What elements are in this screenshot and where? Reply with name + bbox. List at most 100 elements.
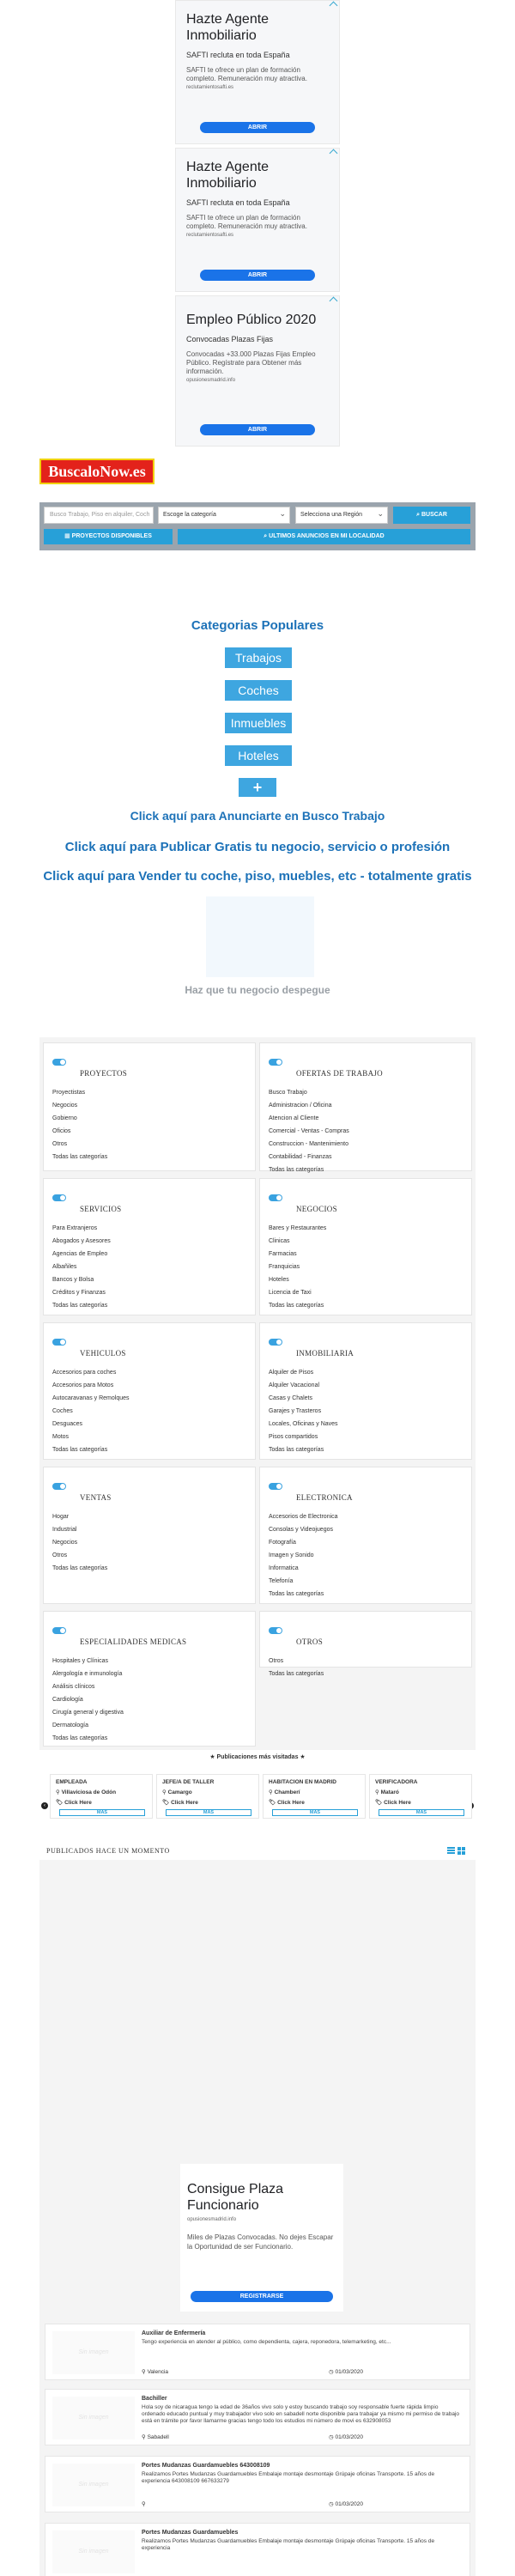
category-link[interactable]: Gobierno xyxy=(52,1112,107,1125)
category-link[interactable]: Todas las categorías xyxy=(269,1163,349,1176)
more-button[interactable]: MAS xyxy=(272,1809,358,1816)
category-link[interactable]: Telefonía xyxy=(269,1575,338,1588)
toggle-icon[interactable] xyxy=(52,1339,66,1346)
listing-card[interactable]: Sin imagen Bachiller Hola soy de nicarag… xyxy=(45,2389,470,2445)
category-link[interactable]: Contabilidad - Finanzas xyxy=(269,1151,349,1163)
toggle-icon[interactable] xyxy=(269,1194,282,1201)
category-link[interactable]: Abogados y Asesores xyxy=(52,1235,111,1248)
toggle-icon[interactable] xyxy=(52,1059,66,1066)
category-link[interactable]: Pisos compartidos xyxy=(269,1431,338,1443)
category-link[interactable]: Cirugía general y digestiva xyxy=(52,1706,124,1719)
category-link[interactable]: Créditos y Finanzas xyxy=(52,1286,111,1299)
card-link[interactable]: 🏷 Click Here xyxy=(56,1799,92,1806)
category-link[interactable]: Clinicas xyxy=(269,1235,326,1248)
list-view-icon[interactable] xyxy=(447,1847,455,1855)
listing-card[interactable]: Sin imagen Portes Mudanzas Guardamuebles… xyxy=(45,2523,470,2576)
category-link[interactable]: Todas las categorías xyxy=(52,1562,107,1575)
category-link[interactable]: Accesorios para Motos xyxy=(52,1379,130,1392)
toggle-icon[interactable] xyxy=(269,1627,282,1634)
category-link[interactable]: Todas las categorías xyxy=(269,1668,324,1680)
toggle-icon[interactable] xyxy=(269,1483,282,1490)
category-link[interactable]: Administracion / Oficina xyxy=(269,1099,349,1112)
category-link[interactable]: Alquiler Vacacional xyxy=(269,1379,338,1392)
ad-banner-2[interactable]: Hazte Agente Inmobiliario SAFTI recluta … xyxy=(175,148,340,292)
ad-open-button[interactable]: ABRIR xyxy=(200,424,315,435)
projects-button[interactable]: ▦ PROYECTOS DISPONIBLES xyxy=(44,529,173,544)
category-link[interactable]: Licencia de Taxi xyxy=(269,1286,326,1299)
category-link[interactable]: Cardiología xyxy=(52,1693,124,1706)
ad-open-button[interactable]: ABRIR xyxy=(200,122,315,133)
more-button[interactable]: MAS xyxy=(166,1809,251,1816)
card-link[interactable]: 🏷 Click Here xyxy=(162,1799,198,1806)
ad-choices-icon[interactable] xyxy=(329,296,338,306)
category-link[interactable]: Albañiles xyxy=(52,1261,111,1273)
category-link[interactable]: Hoteles xyxy=(269,1273,326,1286)
category-link[interactable]: Negocios xyxy=(52,1536,107,1549)
search-button[interactable]: ⌕ BUSCAR xyxy=(393,507,470,524)
category-link[interactable]: Industrial xyxy=(52,1523,107,1536)
category-link[interactable]: Franquicias xyxy=(269,1261,326,1273)
region-select[interactable]: Selecciona una Región xyxy=(295,506,388,524)
category-link[interactable]: Desguaces xyxy=(52,1418,130,1431)
category-link[interactable]: Fotografía xyxy=(269,1536,338,1549)
announce-link[interactable]: Click aquí para Anunciarte en Busco Trab… xyxy=(0,809,515,823)
category-link[interactable]: Casas y Chalets xyxy=(269,1392,338,1405)
category-link[interactable]: Atencion al Cliente xyxy=(269,1112,349,1125)
category-link[interactable]: Farmacias xyxy=(269,1248,326,1261)
category-link[interactable]: Comercial - Ventas - Compras xyxy=(269,1125,349,1138)
category-link[interactable]: Análisis clínicos xyxy=(52,1680,124,1693)
ad-choices-icon[interactable] xyxy=(329,1,338,10)
category-link[interactable]: Autocaravanas y Remolques xyxy=(52,1392,130,1405)
popular-inmuebles-button[interactable]: Inmuebles xyxy=(225,713,292,733)
category-link[interactable]: Negocios xyxy=(52,1099,107,1112)
listing-title[interactable]: Portes Mudanzas Guardamuebles xyxy=(142,2530,238,2536)
toggle-icon[interactable] xyxy=(52,1483,66,1490)
category-link[interactable]: Busco Trabajo xyxy=(269,1086,349,1099)
category-link[interactable]: Imagen y Sonido xyxy=(269,1549,338,1562)
category-link[interactable]: Todas las categorías xyxy=(269,1443,338,1456)
category-link[interactable]: Todas las categorías xyxy=(52,1151,107,1163)
publish-free-link[interactable]: Click aquí para Publicar Gratis tu negoc… xyxy=(0,840,515,854)
listing-card[interactable]: Sin imagen Portes Mudanzas Guardamuebles… xyxy=(45,2456,470,2512)
card-link[interactable]: 🏷 Click Here xyxy=(269,1799,305,1806)
category-link[interactable]: Otros xyxy=(52,1549,107,1562)
grid-view-icon[interactable] xyxy=(457,1847,465,1855)
ad-banner-1[interactable]: Hazte Agente Inmobiliario SAFTI recluta … xyxy=(175,0,340,144)
category-select[interactable]: Escoge la categoría xyxy=(158,506,290,524)
category-link[interactable]: Accesorios para coches xyxy=(52,1366,130,1379)
category-link[interactable]: Dermatología xyxy=(52,1719,124,1732)
listing-title[interactable]: Portes Mudanzas Guardamuebles 643008109 xyxy=(142,2463,270,2469)
popular-coches-button[interactable]: Coches xyxy=(225,680,292,701)
category-link[interactable]: Todas las categorías xyxy=(52,1443,130,1456)
more-categories-button[interactable]: + xyxy=(239,778,276,797)
search-input[interactable]: Busco Trabajo, Piso en alquiler, Coch xyxy=(44,507,154,524)
category-link[interactable]: Para Extranjeros xyxy=(52,1222,111,1235)
category-link[interactable]: Informatica xyxy=(269,1562,338,1575)
card-link[interactable]: 🏷 Click Here xyxy=(375,1799,411,1806)
category-link[interactable]: Todas las categorías xyxy=(269,1588,338,1601)
category-link[interactable]: Construccion - Mantenimiento xyxy=(269,1138,349,1151)
most-visited-card[interactable]: VERIFICADORA ⚲ Mataró 🏷 Click Here MAS xyxy=(369,1774,472,1819)
category-link[interactable]: Locales, Oficinas y Naves xyxy=(269,1418,338,1431)
toggle-icon[interactable] xyxy=(269,1059,282,1066)
toggle-icon[interactable] xyxy=(52,1194,66,1201)
category-link[interactable]: Oficios xyxy=(52,1125,107,1138)
category-link[interactable]: Todas las categorías xyxy=(52,1732,124,1745)
carousel-prev-icon[interactable]: ‹ xyxy=(41,1802,48,1809)
more-button[interactable]: MAS xyxy=(59,1809,145,1816)
most-visited-card[interactable]: JEFE/A DE TALLER ⚲ Camargo 🏷 Click Here … xyxy=(156,1774,259,1819)
listing-title[interactable]: Auxiliar de Enfermería xyxy=(142,2330,205,2336)
ad-banner-4[interactable]: Consigue Plaza Funcionario opusionesmadr… xyxy=(180,2164,343,2312)
ad-register-button[interactable]: REGISTRARSE xyxy=(191,2291,333,2302)
toggle-icon[interactable] xyxy=(269,1339,282,1346)
latest-local-button[interactable]: ⌕ ULTIMOS ANUNCIOS EN MI LOCALIDAD xyxy=(178,529,470,544)
category-link[interactable]: Otros xyxy=(52,1138,107,1151)
category-link[interactable]: Hogar xyxy=(52,1510,107,1523)
category-link[interactable]: Consolas y Videojuegos xyxy=(269,1523,338,1536)
category-link[interactable]: Proyectistas xyxy=(52,1086,107,1099)
category-link[interactable]: Otros xyxy=(269,1655,324,1668)
toggle-icon[interactable] xyxy=(52,1627,66,1634)
sell-free-link[interactable]: Click aquí para Vender tu coche, piso, m… xyxy=(0,869,515,884)
category-link[interactable]: Accesorios de Electronica xyxy=(269,1510,338,1523)
category-link[interactable]: Bares y Restaurantes xyxy=(269,1222,326,1235)
